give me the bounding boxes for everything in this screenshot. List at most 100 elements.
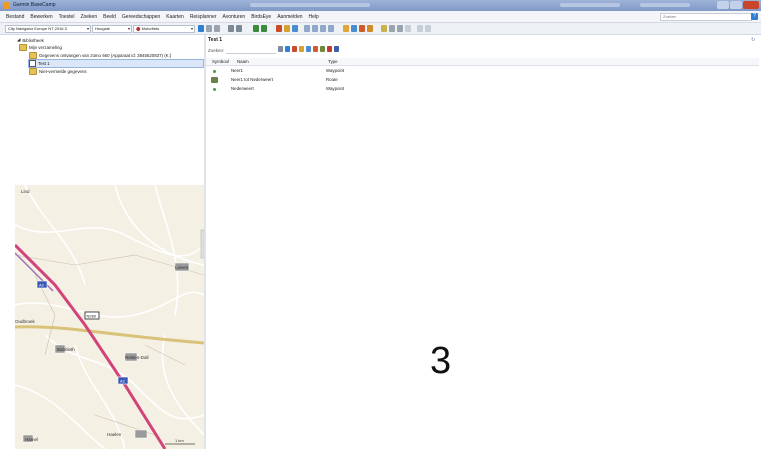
measure-tool-icon[interactable] <box>312 25 318 32</box>
grid-icon[interactable] <box>228 25 234 32</box>
flag-icon[interactable] <box>359 25 365 32</box>
filter-dropdown-icon[interactable] <box>278 46 283 52</box>
chevron-down-icon: ▾ <box>86 26 89 31</box>
list-title: Test 1 <box>208 37 223 43</box>
geocache-filter-icon[interactable] <box>313 46 318 52</box>
info-icon[interactable] <box>381 25 387 32</box>
list-search-label: Zoeken: <box>208 48 225 53</box>
column-symbol[interactable]: Symbool <box>212 59 229 64</box>
find-icon[interactable] <box>343 25 349 32</box>
waypoint-icon <box>213 88 216 91</box>
menu-beeld[interactable]: Beeld <box>103 14 116 20</box>
paste-icon[interactable] <box>397 25 403 32</box>
tree-item-collection[interactable]: Mijn verzameling <box>19 44 62 51</box>
tree-item-received[interactable]: Gegevens ontvangen van zūmo 660 (Apparaa… <box>29 52 171 59</box>
overlay-number: 3 <box>430 340 452 382</box>
row-name: Neer1 <box>231 68 243 73</box>
row-name: Nederweert <box>231 86 254 91</box>
global-search-input[interactable]: Zoeken <box>660 13 752 21</box>
tree-item-unlisted[interactable]: Niet-vermelde gegevens <box>29 68 87 75</box>
library-root-label: Bibliotheek <box>22 37 44 43</box>
menu-zoeken[interactable]: Zoeken <box>80 14 97 20</box>
undo-icon[interactable] <box>417 25 423 32</box>
pencil-icon[interactable] <box>367 25 373 32</box>
column-name[interactable]: Naam <box>237 59 249 64</box>
table-row[interactable]: Nederweert Waypoint <box>206 85 759 93</box>
split-tool-icon[interactable] <box>320 25 326 32</box>
maximize-button[interactable] <box>730 1 742 9</box>
route-tool-icon[interactable] <box>284 25 290 32</box>
copy-icon[interactable] <box>389 25 395 32</box>
chevron-down-icon: ▾ <box>127 26 130 31</box>
menu-bewerken[interactable]: Bewerken <box>30 14 52 20</box>
hand-tool-icon[interactable] <box>214 25 220 32</box>
select-tool-icon[interactable] <box>206 25 212 32</box>
library-panel: ◢ Bibliotheek Mijn verzameling Gegevens … <box>15 35 205 184</box>
menu-bestand[interactable]: Bestand <box>6 14 24 20</box>
collapse-icon[interactable]: ◢ <box>17 37 20 43</box>
show-all-icon[interactable] <box>285 46 290 52</box>
title-decoration <box>250 3 370 7</box>
map-product-dropdown[interactable]: City Navigator Europe NT 2016.3 ▾ <box>5 25 91 33</box>
edit-tool-icon[interactable] <box>304 25 310 32</box>
menu-aanmelden[interactable]: Aanmelden <box>277 14 302 20</box>
road-badge-n280: N280 <box>84 311 100 320</box>
track-tool-icon[interactable] <box>292 25 298 32</box>
minimize-button[interactable] <box>717 1 729 9</box>
folder-icon <box>29 68 37 75</box>
list-icon <box>29 60 36 67</box>
unlisted-label: Niet-vermelde gegevens <box>39 69 87 74</box>
menu-birdseye[interactable]: BirdsEye <box>251 14 271 20</box>
list-filter-toolbar <box>278 46 339 52</box>
column-type[interactable]: Type <box>328 59 338 64</box>
close-button[interactable] <box>743 1 759 9</box>
place-label: Hamel <box>25 437 38 442</box>
device-receive-icon[interactable] <box>253 25 259 32</box>
menu-toestel[interactable]: Toestel <box>59 14 75 20</box>
detail-level-value: Hoogste <box>95 26 110 31</box>
activity-profile-dropdown[interactable]: ⬤ Motorfiets ▾ <box>133 25 195 33</box>
menu-avonturen[interactable]: Avonturen <box>223 14 246 20</box>
waypoint-filter-icon[interactable] <box>292 46 297 52</box>
scale-label: 1 km <box>175 438 184 443</box>
redo-icon[interactable] <box>425 25 431 32</box>
detail-level-dropdown[interactable]: Hoogste ▾ <box>92 25 132 33</box>
major-road <box>15 325 204 345</box>
zoom-icon[interactable] <box>351 25 357 32</box>
delete-icon[interactable] <box>405 25 411 32</box>
activity-profile-value: Motorfiets <box>141 26 160 31</box>
place-label: Haelen <box>107 432 122 437</box>
minor-roads <box>15 185 204 449</box>
place-label: Retsen-Dall <box>125 355 149 360</box>
route-icon <box>211 77 218 83</box>
table-row[interactable]: Neer1 tot Nederweert Route <box>206 76 759 84</box>
library-root[interactable]: ◢ Bibliotheek <box>17 37 44 43</box>
birdseye-filter-icon[interactable] <box>334 46 339 52</box>
waypoint-tool-icon[interactable] <box>276 25 282 32</box>
folder-icon <box>19 44 27 51</box>
menu-help[interactable]: Help <box>309 14 319 20</box>
table-header: Symbool Naam Type <box>206 58 759 66</box>
place-label: Lieven <box>175 265 189 270</box>
device-send-icon[interactable] <box>261 25 267 32</box>
motorcycle-icon: ⬤ <box>136 26 141 31</box>
map-view-icon[interactable] <box>198 25 204 32</box>
menu-gereedschappen[interactable]: Gereedschappen <box>122 14 160 20</box>
help-button[interactable]: ? <box>751 13 758 20</box>
road-badge-label: A2 <box>120 379 126 384</box>
menu-reisplanner[interactable]: Reisplanner <box>190 14 217 20</box>
tree-selection-highlight <box>28 59 204 68</box>
photo-filter-icon[interactable] <box>327 46 332 52</box>
table-row[interactable]: Neer1 Waypoint <box>206 67 759 75</box>
adventure-filter-icon[interactable] <box>320 46 325 52</box>
refresh-icon[interactable]: ↻ <box>751 37 755 43</box>
track-filter-icon[interactable] <box>306 46 311 52</box>
route-filter-icon[interactable] <box>299 46 304 52</box>
map-view[interactable]: Lind Lieven Oudbroek Babbleth Retsen-Dal… <box>15 185 204 449</box>
join-tool-icon[interactable] <box>328 25 334 32</box>
tree-item-list[interactable]: Test 1 <box>29 60 50 67</box>
map-scale-bar: 1 km <box>165 438 195 445</box>
menu-kaarten[interactable]: Kaarten <box>166 14 184 20</box>
list-search-input[interactable] <box>226 53 276 54</box>
globe-icon[interactable] <box>236 25 242 32</box>
